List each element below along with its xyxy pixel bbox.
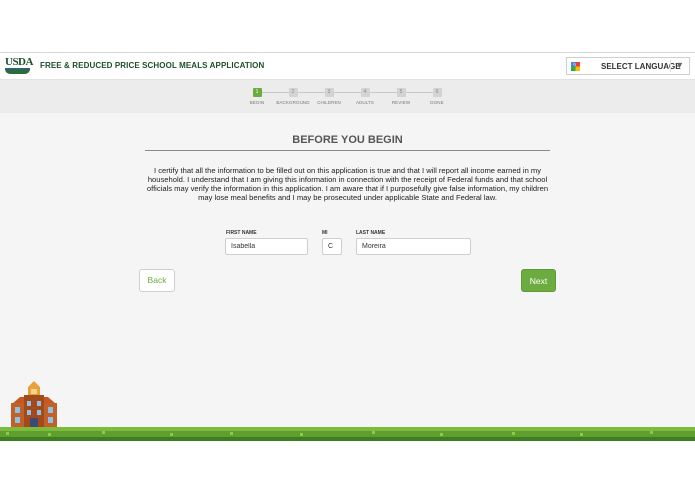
step-number: 2 bbox=[288, 88, 298, 97]
next-button[interactable]: Next bbox=[521, 269, 556, 292]
step-number: 4 bbox=[360, 88, 370, 97]
page-footer-space bbox=[0, 441, 695, 494]
step-done[interactable]: 6 DONE bbox=[417, 88, 457, 105]
last-name-label: LAST NAME bbox=[356, 230, 386, 236]
mi-label: MI bbox=[322, 230, 328, 236]
step-label: REVIEW bbox=[391, 100, 411, 105]
grass-strip bbox=[0, 427, 695, 441]
step-label: ADULTS bbox=[355, 100, 375, 105]
step-number: 6 bbox=[432, 88, 442, 97]
step-label: DONE bbox=[430, 100, 444, 105]
first-name-label: FIRST NAME bbox=[226, 230, 257, 236]
step-review[interactable]: 5 REVIEW bbox=[381, 88, 421, 105]
main-content bbox=[0, 113, 695, 427]
step-children[interactable]: 3 CHILDREN bbox=[309, 88, 349, 105]
step-adults[interactable]: 4 ADULTS bbox=[345, 88, 385, 105]
usda-logo-icon[interactable]: USDA bbox=[5, 56, 33, 76]
google-translate-icon: G bbox=[571, 62, 580, 71]
certification-text: I certify that all the information to be… bbox=[146, 166, 549, 202]
svg-text:G: G bbox=[573, 63, 576, 67]
step-label: BACKGROUND bbox=[276, 100, 310, 105]
mi-field[interactable] bbox=[322, 238, 342, 255]
progress-stepper: 1 BEGIN 2 BACKGROUND 3 CHILDREN 4 ADULTS… bbox=[248, 88, 448, 110]
first-name-field[interactable] bbox=[225, 238, 308, 255]
logo-swoosh-green bbox=[5, 69, 30, 74]
header-bar: USDA FREE & REDUCED PRICE SCHOOL MEALS A… bbox=[0, 53, 695, 80]
page-title: BEFORE YOU BEGIN bbox=[292, 134, 403, 146]
language-label: SELECT LANGUAGE bbox=[601, 62, 681, 71]
step-label: BEGIN bbox=[249, 100, 265, 105]
last-name-field[interactable] bbox=[356, 238, 471, 255]
logo-text: USDA bbox=[5, 56, 33, 68]
step-number: 5 bbox=[396, 88, 406, 97]
language-separator bbox=[670, 60, 671, 72]
dropdown-arrow-icon[interactable]: ▼ bbox=[675, 60, 684, 70]
school-building-icon bbox=[11, 381, 57, 428]
app-frame: USDA FREE & REDUCED PRICE SCHOOL MEALS A… bbox=[0, 0, 695, 494]
language-select[interactable]: G SELECT LANGUAGE ▼ bbox=[566, 57, 690, 75]
step-number: 1 bbox=[252, 88, 262, 97]
step-background[interactable]: 2 BACKGROUND bbox=[273, 88, 313, 105]
step-number: 3 bbox=[324, 88, 334, 97]
app-title: FREE & REDUCED PRICE SCHOOL MEALS APPLIC… bbox=[40, 61, 265, 70]
title-divider bbox=[145, 150, 550, 151]
step-begin[interactable]: 1 BEGIN bbox=[237, 88, 277, 105]
step-label: CHILDREN bbox=[317, 100, 341, 105]
back-button[interactable]: Back bbox=[139, 269, 175, 292]
